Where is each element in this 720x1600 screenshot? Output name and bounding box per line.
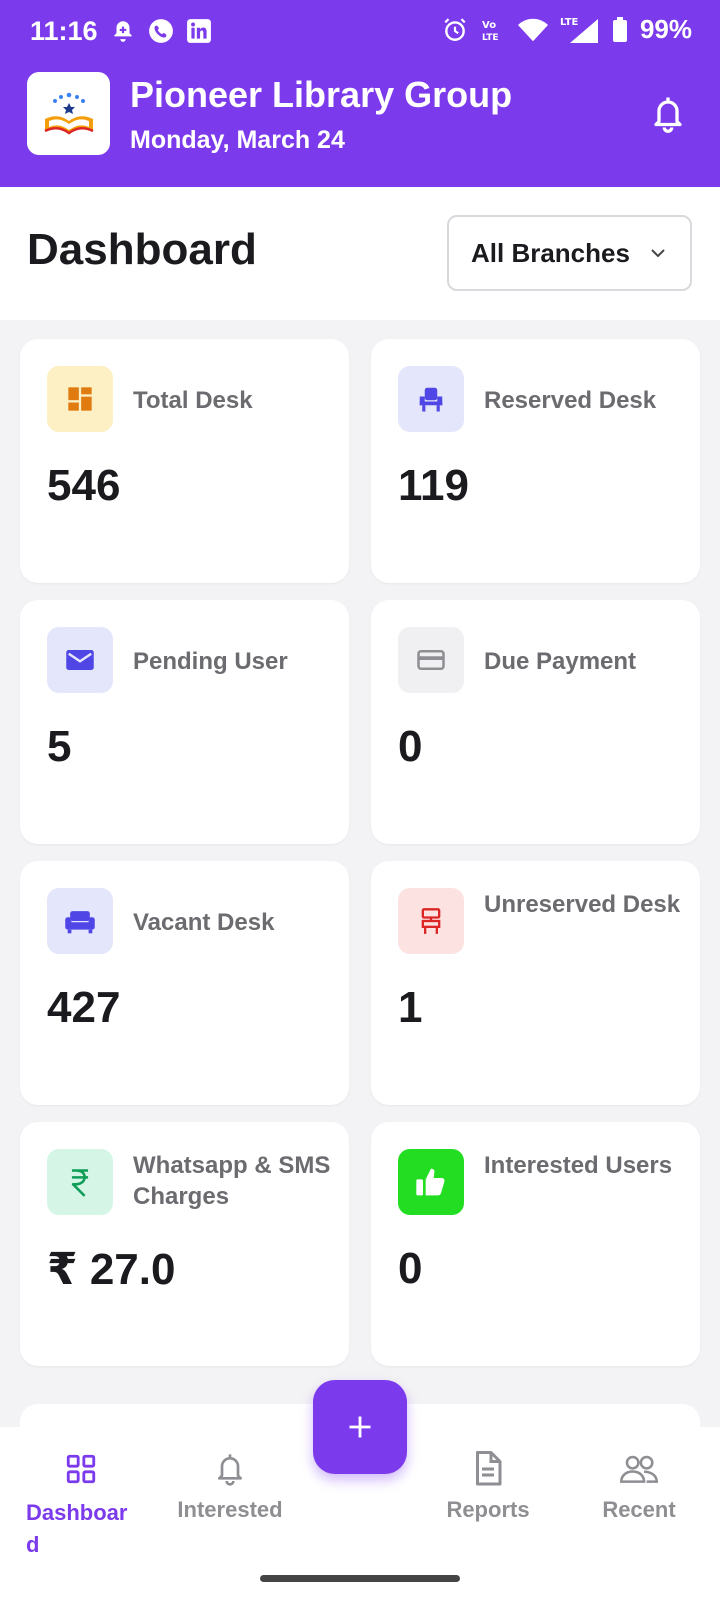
bell-icon <box>218 1454 242 1486</box>
current-date: Monday, March 24 <box>130 126 345 154</box>
notification-bell-icon <box>114 21 132 42</box>
stool-icon <box>398 888 464 954</box>
svg-text:Vo: Vo <box>482 20 496 31</box>
battery-percent: 99% <box>639 14 692 44</box>
dashboard-title-row: Dashboard All Branches <box>0 187 720 320</box>
stat-card-pending-user[interactable]: Pending User 5 <box>20 600 349 844</box>
viber-icon <box>149 19 173 43</box>
card-icon <box>398 627 464 693</box>
alarm-icon <box>444 17 466 41</box>
stat-card-total-desk[interactable]: Total Desk 546 <box>20 339 349 583</box>
network-type-label: LTE <box>560 17 579 28</box>
add-button[interactable] <box>313 1380 407 1474</box>
status-system-icons: Vo LTE LTE 99% <box>442 14 692 45</box>
stat-value: 0 <box>398 722 423 771</box>
stat-value: 546 <box>47 461 121 510</box>
users-icon <box>620 1455 658 1483</box>
library-logo <box>27 72 110 155</box>
stat-card-whatsapp-sms-charges[interactable]: Whatsapp & SMS Charges ₹ 27.0 <box>20 1122 349 1366</box>
nav-item-recent[interactable]: Recent <box>574 1449 704 1523</box>
stat-value: 0 <box>398 1244 423 1293</box>
chevron-down-icon <box>651 249 665 258</box>
notifications-button[interactable] <box>646 92 690 136</box>
thumbs-up-icon <box>398 1149 464 1215</box>
stat-label: Due Payment <box>484 648 637 675</box>
stat-card-due-payment[interactable]: Due Payment 0 <box>371 600 700 844</box>
nav-label: Recent <box>602 1497 676 1522</box>
stat-label: Total Desk <box>133 387 253 414</box>
nav-item-interested[interactable]: Interested <box>165 1449 295 1523</box>
plus-icon <box>349 1416 371 1438</box>
stat-card-unreserved-desk[interactable]: Unreserved Desk 1 <box>371 861 700 1105</box>
wifi-icon <box>517 18 548 41</box>
sofa-icon <box>47 888 113 954</box>
battery-icon <box>612 16 627 42</box>
nav-item-reports[interactable]: Reports <box>423 1449 553 1523</box>
stat-card-interested-users[interactable]: Interested Users 0 <box>371 1122 700 1366</box>
chair-icon <box>398 366 464 432</box>
stat-label: Vacant Desk <box>133 909 275 936</box>
volte-icon: Vo LTE <box>482 20 499 43</box>
status-bar: 11:16 Vo LTE LTE 99% <box>0 0 720 64</box>
rupee-icon <box>47 1149 113 1215</box>
app-header: 11:16 Vo LTE LTE 99% Pioneer Library Grou… <box>0 0 720 187</box>
nav-label: Reports <box>446 1497 530 1522</box>
nav-label: Dashboard <box>26 1500 128 1557</box>
stat-label: Whatsapp & SMS Charges <box>133 1152 331 1210</box>
stat-value: 1 <box>398 983 423 1032</box>
signal-icon: LTE <box>560 17 598 43</box>
bell-icon <box>654 97 682 133</box>
stat-label: Reserved Desk <box>484 387 657 414</box>
linkedin-icon <box>187 19 211 43</box>
stat-label: Unreserved Desk <box>484 891 681 918</box>
branch-dropdown-value: All Branches <box>471 237 630 268</box>
organization-title: Pioneer Library Group <box>130 74 513 115</box>
stat-value: 5 <box>47 722 72 771</box>
status-notification-icons <box>110 18 212 44</box>
branch-dropdown[interactable]: All Branches <box>447 215 692 291</box>
stat-value: 427 <box>47 983 121 1032</box>
stat-card-reserved-desk[interactable]: Reserved Desk 119 <box>371 339 700 583</box>
page-title: Dashboard <box>27 225 257 274</box>
mail-icon <box>47 627 113 693</box>
stat-card-vacant-desk[interactable]: Vacant Desk 427 <box>20 861 349 1105</box>
stat-label: Interested Users <box>484 1152 673 1179</box>
system-home-indicator[interactable] <box>260 1575 460 1582</box>
stat-value: 119 <box>398 461 469 510</box>
document-icon <box>476 1451 502 1486</box>
svg-text:LTE: LTE <box>482 33 499 43</box>
stat-value: ₹ 27.0 <box>47 1245 176 1294</box>
dashboard-grid-icon <box>66 1454 96 1484</box>
nav-label: Interested <box>177 1497 283 1522</box>
grid-squares-icon <box>47 366 113 432</box>
stat-label: Pending User <box>133 648 288 675</box>
status-time: 11:16 <box>30 16 98 46</box>
open-book-logo-icon <box>43 92 94 135</box>
nav-item-dashboard[interactable]: Dashboard <box>26 1449 146 1561</box>
